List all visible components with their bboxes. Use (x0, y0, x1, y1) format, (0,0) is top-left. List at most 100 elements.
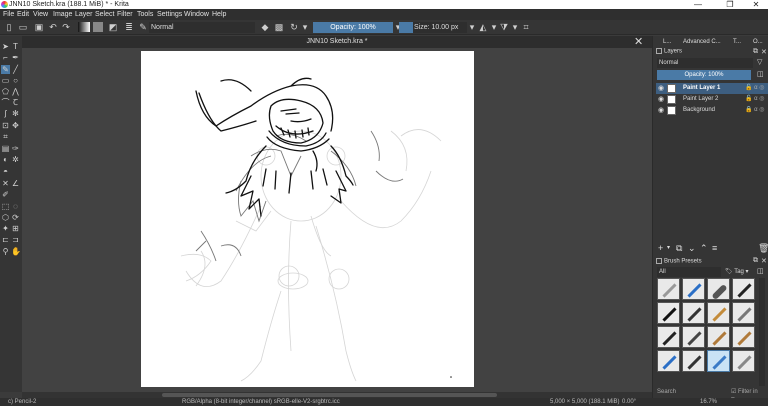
layer-opacity-slider[interactable]: Opacity: 100% (657, 70, 751, 80)
duplicate-layer-icon[interactable]: ⧉ (676, 243, 682, 253)
freehand-brush-icon[interactable]: ✎ (1, 65, 10, 74)
brush-preset-eraser[interactable] (657, 278, 680, 300)
document-tab[interactable]: JNN10 Sketch.kra * (22, 36, 652, 48)
blend-mode-select[interactable]: Normal (149, 22, 255, 33)
layer-blend-select[interactable]: Normal (657, 58, 753, 68)
mirror-v-chevron-icon[interactable]: ▾ (510, 22, 520, 32)
layer-row[interactable]: ◉ Paint Layer 1 🔓 α ◎ (656, 83, 768, 94)
close-document-icon[interactable]: ✕ (634, 36, 643, 48)
polygon-select-icon[interactable]: ⬡ (1, 213, 10, 222)
menu-layer[interactable]: Layer (75, 9, 93, 20)
freehand-path-icon[interactable]: Ꞇ (11, 98, 20, 107)
rotation-status[interactable]: 0.00° (622, 398, 636, 406)
minimize-button[interactable]: — (686, 0, 710, 9)
layer-row[interactable]: ◉ Paint Layer 2 🔓 α ◎ (656, 94, 768, 105)
close-window-button[interactable]: ✕ (744, 0, 768, 9)
tag-menu[interactable]: 🏷 Tag ▾ (725, 267, 749, 277)
brush-preset-fineliner[interactable] (732, 302, 755, 324)
dock-tab-tool-options[interactable]: T... (733, 36, 741, 48)
polygon-tool-icon[interactable]: ⬠ (1, 87, 10, 96)
eraser-mode-icon[interactable]: ◆ (260, 22, 270, 32)
text-tool-icon[interactable]: T (11, 42, 20, 51)
assistant-tool-icon[interactable]: ✕ (1, 179, 10, 188)
brush-search-field[interactable]: Search ☑ Filter in Tag (657, 388, 765, 404)
dock-tab-advanced-color[interactable]: Advanced C... (683, 36, 721, 48)
brush-dock-close-icon[interactable]: ✕ (761, 257, 767, 265)
visibility-eye-icon[interactable]: ◉ (658, 94, 664, 105)
menu-filter[interactable]: Filter (117, 9, 133, 20)
visibility-eye-icon[interactable]: ◉ (658, 83, 664, 94)
reload-preset-icon[interactable]: ↻ (289, 22, 299, 32)
line-tool-icon[interactable]: ╱ (11, 65, 20, 74)
dock-tab-layers[interactable]: L... (663, 36, 671, 48)
layer-filter-icon[interactable]: ▽ (757, 58, 762, 66)
menu-file[interactable]: File (3, 9, 14, 20)
mirror-horizontal-icon[interactable]: ◭ (478, 22, 488, 32)
gradient-tool-icon[interactable]: ▤ (1, 144, 10, 153)
measure-tool-icon[interactable]: ∠ (11, 179, 20, 188)
mirror-vertical-icon[interactable]: ⧩ (499, 22, 509, 32)
brush-preset-pen[interactable] (732, 278, 755, 300)
brush-dock-float-icon[interactable]: ⧉ (753, 257, 758, 265)
dynamic-brush-icon[interactable]: ʃ (1, 109, 10, 118)
dock-float-icon[interactable]: ⧉ (753, 48, 758, 56)
color-swap-icon[interactable]: ◩ (108, 22, 118, 32)
redo-icon[interactable]: ↷ (61, 22, 71, 32)
contiguous-select-icon[interactable]: ✦ (1, 224, 10, 233)
maximize-button[interactable]: ❐ (718, 0, 742, 9)
menu-image[interactable]: Image (53, 9, 72, 20)
brush-preset-pencil[interactable] (707, 302, 730, 324)
brush-preset-sketch[interactable] (732, 326, 755, 348)
size-slider[interactable]: Size: 10.00 px (399, 22, 467, 33)
layer-row[interactable]: ◉ Background 🔒 α ◎ (656, 105, 768, 116)
size-chevron-icon[interactable]: ▾ (467, 22, 477, 32)
ellipse-tool-icon[interactable]: ○ (11, 76, 20, 85)
color-picker-icon[interactable]: ✑ (11, 144, 20, 153)
undo-icon[interactable]: ↶ (48, 22, 58, 32)
chevron-down-icon[interactable]: ▾ (300, 22, 310, 32)
crop-tool-icon[interactable]: ⌗ (1, 132, 10, 141)
move-layer-down-icon[interactable]: ⌄ (688, 243, 696, 253)
edit-shapes-icon[interactable]: ⌐ (1, 53, 10, 62)
delete-layer-icon[interactable]: 🗑 (758, 243, 768, 253)
reference-tool-icon[interactable]: ✐ (1, 190, 10, 199)
layer-lock-icon[interactable]: 🔓 α ◎ (745, 83, 765, 94)
brush-preset-blue-pencil[interactable] (657, 350, 680, 372)
rectangle-tool-icon[interactable]: ▭ (1, 76, 10, 85)
magnetic-select-icon[interactable]: ⊐ (11, 235, 20, 244)
preserve-alpha-icon[interactable]: ▩ (274, 22, 284, 32)
gradient-icon[interactable] (78, 22, 90, 32)
brush-grid-scrollbar[interactable] (759, 278, 765, 386)
layer-lock-icon[interactable]: 🔒 α ◎ (745, 105, 765, 116)
colorize-mask-icon[interactable]: ◐ (1, 155, 10, 164)
pan-tool-icon[interactable]: ✋ (11, 247, 21, 256)
mirror-chevron-icon[interactable]: ▾ (489, 22, 499, 32)
zoom-tool-icon[interactable]: ⚲ (1, 247, 10, 256)
move-layer-up-icon[interactable]: ⌃ (700, 243, 708, 253)
brush-preset-airbrush[interactable] (707, 278, 730, 300)
brush-view-icon[interactable]: ◫ (757, 267, 764, 275)
brush-preset-charcoal[interactable] (707, 326, 730, 348)
multibrush-icon[interactable]: ✻ (11, 109, 20, 118)
horizontal-scrollbar-thumb[interactable] (162, 393, 497, 397)
canvas-paper[interactable] (141, 51, 474, 387)
fill-tool-icon[interactable]: ◓ (1, 167, 10, 176)
polyline-tool-icon[interactable]: ⋀ (11, 87, 20, 96)
transform-tool-icon[interactable]: ⊡ (1, 121, 10, 130)
smart-patch-icon[interactable]: ✲ (11, 155, 20, 164)
brush-preset-blue-pen[interactable] (682, 278, 705, 300)
brush-settings-icon[interactable]: ≣ (124, 22, 134, 32)
brush-preset-ink[interactable] (657, 302, 680, 324)
brush-preset-icon[interactable]: ✎ (138, 22, 148, 32)
layer-lock-icon[interactable]: 🔓 α ◎ (745, 94, 765, 105)
dock-tab-overview[interactable]: O... (753, 36, 763, 48)
rect-select-icon[interactable]: ⬚ (1, 202, 10, 211)
visibility-eye-icon[interactable]: ◉ (658, 105, 664, 116)
select-shapes-icon[interactable]: ➤ (1, 42, 10, 51)
new-document-icon[interactable]: ▯ (4, 22, 14, 32)
save-icon[interactable]: ▣ (34, 22, 44, 32)
ellipse-select-icon[interactable]: ◌ (11, 202, 20, 211)
menu-edit[interactable]: Edit (17, 9, 29, 20)
add-layer-chevron-icon[interactable]: ▾ (667, 243, 670, 253)
add-layer-icon[interactable]: + (658, 243, 663, 253)
